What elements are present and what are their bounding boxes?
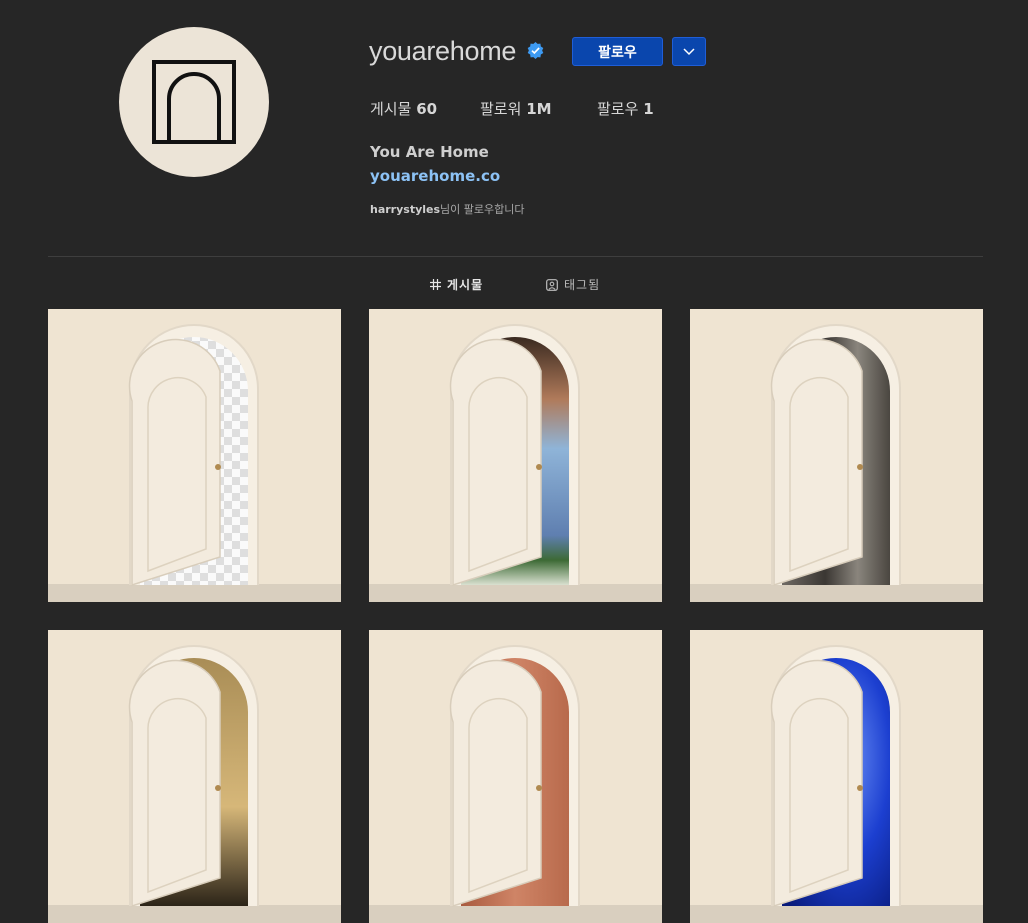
profile-username: youarehome [369,36,517,66]
post-thumbnail[interactable] [48,309,341,602]
tab-posts-label: 게시물 [447,278,484,292]
tag-icon [546,278,558,291]
posts-label: 게시물 [370,100,412,118]
followers-label: 팔로워 [480,100,522,118]
post-thumbnail[interactable] [690,309,983,602]
door-artwork-icon [690,309,983,602]
tabs-divider [48,256,983,257]
post-thumbnail[interactable] [690,630,983,923]
verified-badge-icon [527,41,544,60]
door-artwork-icon [369,630,662,923]
followed-by-text[interactable]: harrystyles님이 팔로우합니다 [370,201,525,217]
follow-button[interactable]: 팔로우 [572,37,663,66]
post-thumbnail[interactable] [369,309,662,602]
profile-avatar[interactable] [119,27,269,177]
door-artwork-icon [690,630,983,923]
arch-logo-icon [152,60,236,144]
tab-posts[interactable]: 게시물 [430,276,483,293]
following-label: 팔로우 [597,100,639,118]
tab-tagged[interactable]: 태그됨 [546,276,600,293]
grid-icon [430,279,441,290]
profile-full-name: You Are Home [370,143,489,161]
door-artwork-icon [48,309,341,602]
following-value: 1 [643,100,654,118]
following-count[interactable]: 팔로우 1 [597,98,654,119]
door-artwork-icon [369,309,662,602]
chevron-down-icon [683,47,695,55]
suggested-accounts-button[interactable] [672,37,706,66]
door-artwork-icon [48,630,341,923]
followed-by-user[interactable]: harrystyles [370,203,440,216]
tab-tagged-label: 태그됨 [564,278,601,292]
profile-website-link[interactable]: youarehome.co [370,167,500,185]
post-thumbnail[interactable] [369,630,662,923]
followers-value: 1M [526,100,552,118]
posts-value: 60 [416,100,438,118]
followed-by-suffix: 님이 팔로우합니다 [440,203,525,216]
followers-count[interactable]: 팔로워 1M [480,98,552,119]
posts-count: 게시물 60 [370,98,437,119]
post-thumbnail[interactable] [48,630,341,923]
